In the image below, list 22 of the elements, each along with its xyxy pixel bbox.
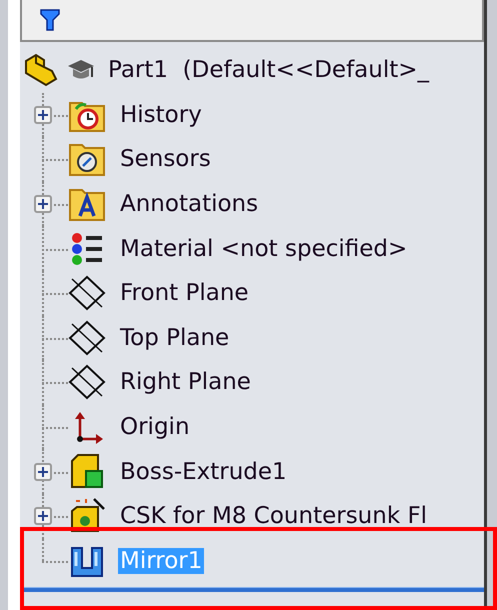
expand-toggle[interactable] (34, 462, 52, 481)
tree-item-label[interactable]: Annotations (118, 191, 260, 218)
tree-item-label[interactable]: Right Plane (118, 369, 253, 396)
folder-gauge-icon (68, 141, 106, 178)
tree-item-label[interactable]: History (118, 102, 204, 128)
plane-icon (68, 275, 106, 312)
folder-letter-icon (68, 186, 106, 222)
tree-item-label[interactable]: Top Plane (118, 324, 232, 351)
tree-item-label[interactable]: Boss-Extrude1 (118, 458, 289, 485)
tree-item-label[interactable]: Material <not specified> (118, 236, 410, 262)
plane-icon (68, 364, 106, 400)
extrude-icon (68, 452, 106, 491)
tree-item-label[interactable]: Sensors (118, 146, 213, 172)
tree-item-label[interactable]: Origin (118, 414, 192, 440)
expand-toggle[interactable] (34, 106, 52, 124)
expand-toggle[interactable] (34, 195, 52, 214)
filter-icon[interactable] (40, 8, 60, 32)
plane-icon (68, 320, 106, 356)
expand-toggle[interactable] (34, 507, 52, 526)
tree-item-label[interactable]: CSK for M8 Countersunk Fl (118, 503, 430, 530)
tree-item-label[interactable]: Front Plane (118, 280, 251, 306)
tree-item-label[interactable]: Part1 (Default<<Default>_ (106, 57, 432, 84)
